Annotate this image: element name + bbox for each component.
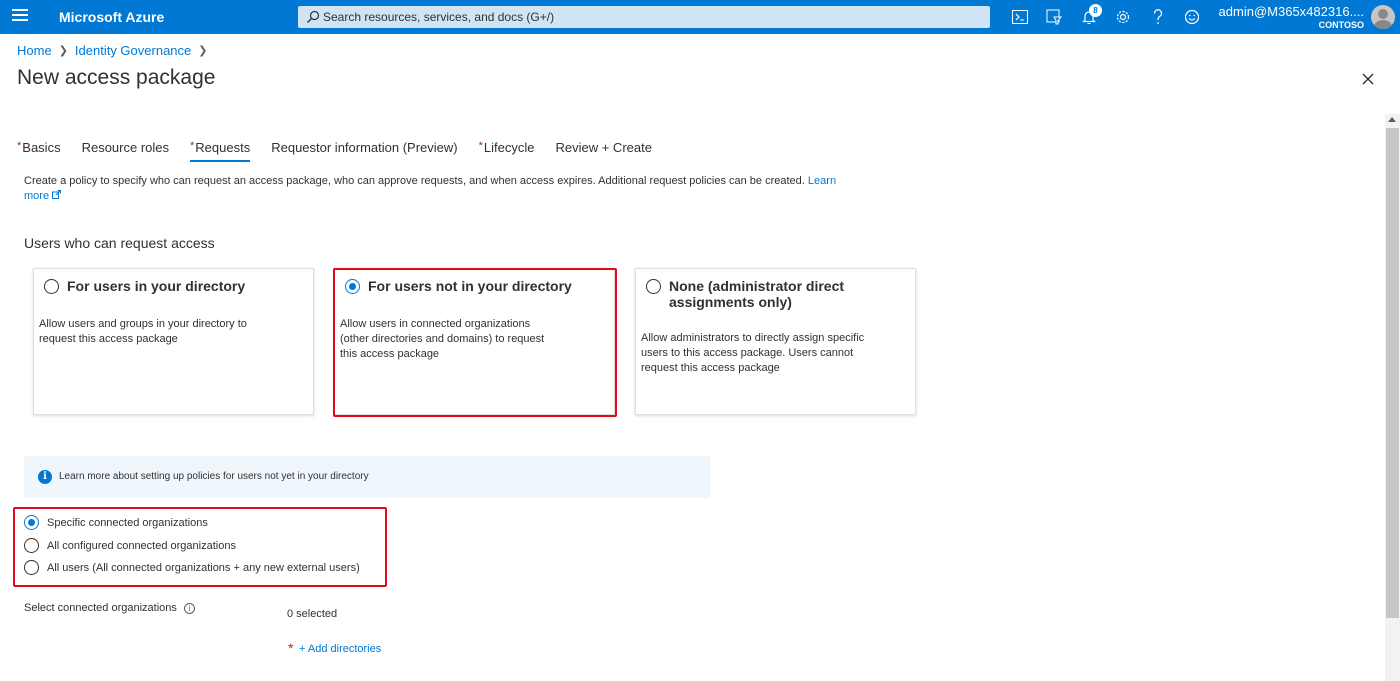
radio-in-directory[interactable] bbox=[44, 279, 59, 294]
external-link-icon bbox=[52, 190, 62, 199]
card-description: Allow users and groups in your directory… bbox=[39, 318, 247, 345]
avatar[interactable] bbox=[1371, 5, 1395, 29]
radio-button[interactable] bbox=[24, 515, 39, 530]
tab-label: Basics bbox=[22, 140, 61, 155]
menu-icon[interactable] bbox=[12, 9, 28, 25]
tenant-name: CONTOSO bbox=[1318, 20, 1364, 30]
field-label-text: Select connected organizations bbox=[24, 602, 177, 614]
feedback-icon[interactable] bbox=[1182, 7, 1202, 27]
top-navigation-bar: Microsoft Azure 8 admin@M365x482316.... … bbox=[0, 0, 1400, 34]
search-icon bbox=[307, 10, 320, 23]
required-marker: * bbox=[288, 640, 294, 656]
card-title: For users in your directory bbox=[67, 278, 246, 294]
chevron-right-icon: ❯ bbox=[58, 45, 68, 57]
search-input[interactable] bbox=[323, 6, 973, 28]
description-text: Create a policy to specify who can reque… bbox=[24, 175, 805, 187]
user-email: admin@M365x482316.... bbox=[1218, 4, 1364, 19]
scroll-up-arrow-icon[interactable] bbox=[1388, 117, 1396, 122]
add-directories-link[interactable]: + Add directories bbox=[299, 643, 381, 655]
required-marker: * bbox=[478, 140, 483, 152]
chevron-right-icon: ❯ bbox=[198, 45, 208, 57]
brand-title[interactable]: Microsoft Azure bbox=[59, 9, 164, 25]
tab-lifecycle[interactable]: *Lifecycle bbox=[479, 140, 535, 162]
settings-icon[interactable] bbox=[1113, 7, 1133, 27]
tab-basics[interactable]: *Basics bbox=[17, 140, 61, 162]
required-marker: * bbox=[17, 140, 22, 152]
option-card-none[interactable]: None (administrator direct assignments o… bbox=[635, 268, 916, 415]
option-all-users[interactable]: All users (All connected organizations +… bbox=[24, 560, 360, 575]
option-label: All users (All connected organizations +… bbox=[47, 561, 360, 574]
tab-label: Resource roles bbox=[81, 140, 170, 155]
tab-label: Review + Create bbox=[555, 140, 652, 155]
search-box[interactable] bbox=[298, 6, 990, 28]
requests-description: Create a policy to specify who can reque… bbox=[24, 174, 854, 204]
info-banner: i Learn more about setting up policies f… bbox=[24, 456, 710, 498]
selected-count: 0 selected bbox=[287, 608, 338, 620]
option-all-configured-connected-orgs[interactable]: All configured connected organizations bbox=[24, 538, 236, 553]
breadcrumb: Home ❯ Identity Governance ❯ bbox=[17, 43, 214, 58]
info-banner-text[interactable]: Learn more about setting up policies for… bbox=[59, 471, 369, 482]
breadcrumb-home[interactable]: Home bbox=[17, 43, 52, 58]
card-title: None (administrator direct assignments o… bbox=[669, 278, 845, 310]
tab-review-create[interactable]: Review + Create bbox=[555, 140, 651, 162]
tab-label: Requestor information (Preview) bbox=[271, 140, 458, 155]
tab-requestor-information[interactable]: Requestor information (Preview) bbox=[271, 140, 457, 162]
option-specific-connected-orgs[interactable]: Specific connected organizations bbox=[24, 515, 208, 530]
info-circle-icon[interactable]: i bbox=[183, 602, 195, 614]
tab-label: Lifecycle bbox=[483, 140, 535, 155]
scrollbar-thumb[interactable] bbox=[1386, 128, 1399, 618]
select-connected-orgs-label: Select connected organizations i bbox=[24, 602, 195, 614]
radio-button[interactable] bbox=[24, 538, 39, 553]
tab-resource-roles[interactable]: Resource roles bbox=[82, 140, 169, 162]
directory-filter-icon[interactable] bbox=[1044, 7, 1064, 27]
scrollbar[interactable] bbox=[1385, 114, 1400, 681]
close-icon[interactable] bbox=[1359, 70, 1377, 88]
required-marker: * bbox=[190, 140, 195, 152]
cloud-shell-icon[interactable] bbox=[1010, 7, 1030, 27]
option-label: All configured connected organizations bbox=[47, 539, 236, 552]
tab-requests[interactable]: *Requests bbox=[190, 140, 251, 162]
option-label: Specific connected organizations bbox=[47, 516, 208, 529]
info-icon: i bbox=[38, 470, 52, 484]
breadcrumb-identity-governance[interactable]: Identity Governance bbox=[75, 43, 191, 58]
help-icon[interactable] bbox=[1148, 7, 1168, 27]
radio-button[interactable] bbox=[24, 560, 39, 575]
wizard-tabs: *Basics Resource roles *Requests Request… bbox=[17, 140, 673, 162]
notification-count-badge: 8 bbox=[1089, 4, 1102, 17]
radio-none[interactable] bbox=[646, 279, 661, 294]
option-card-in-directory[interactable]: For users in your directory Allow users … bbox=[33, 268, 314, 415]
account-info[interactable]: admin@M365x482316.... CONTOSO bbox=[1219, 4, 1364, 30]
card-description: Allow administrators to directly assign … bbox=[641, 332, 865, 374]
highlight-box bbox=[333, 268, 617, 417]
tab-label: Requests bbox=[195, 140, 251, 155]
page-title: New access package bbox=[17, 66, 216, 89]
section-title: Users who can request access bbox=[24, 235, 215, 251]
